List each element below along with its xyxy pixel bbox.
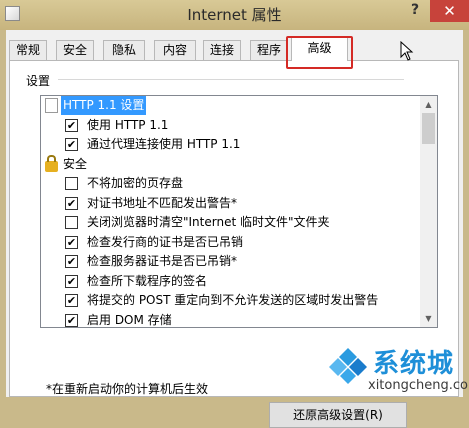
settings-category-header[interactable]: 安全 — [41, 154, 421, 175]
option-label: 不将加密的页存盘 — [87, 176, 184, 190]
option-label: 启用 DOM 存储 — [87, 312, 172, 327]
checkbox-checked[interactable]: ✔ — [65, 118, 78, 132]
checkbox-unchecked[interactable] — [65, 216, 78, 229]
advanced-tab-highlight-box — [286, 36, 353, 69]
checkbox-checked[interactable]: ✔ — [65, 235, 78, 249]
site-watermark: 系统城 xitongcheng.com — [320, 338, 469, 397]
settings-option-row[interactable]: 不将加密的页存盘 — [41, 174, 421, 194]
window-title: Internet 属性 — [187, 6, 282, 24]
scroll-thumb[interactable] — [422, 113, 435, 144]
option-label: 关闭浏览器时清空"Internet 临时文件"文件夹 — [87, 215, 330, 229]
option-label: 使用 HTTP 1.1 — [87, 117, 169, 132]
category-label: 安全 — [63, 156, 88, 171]
option-label: 通过代理连接使用 HTTP 1.1 — [87, 137, 241, 151]
settings-list-items: HTTP 1.1 设置 ✔ 使用 HTTP 1.1 ✔ 通过代理连接使用 HTTP 1.… — [41, 96, 421, 328]
watermark-name: 系统城 — [373, 349, 455, 379]
scroll-down-arrow-icon[interactable]: ▼ — [420, 310, 437, 327]
option-label: 检查发行商的证书是否已吊销 — [87, 234, 244, 249]
category-label: HTTP 1.1 设置 — [61, 96, 147, 115]
internet-properties-dialog: Internet 属性 ? ✕ 常规 安全 隐私 内容 连接 程序 高级 设置 … — [0, 0, 469, 428]
document-icon — [45, 98, 58, 113]
checkbox-checked[interactable]: ✔ — [65, 313, 78, 327]
tab-general[interactable]: 常规 — [9, 40, 47, 60]
settings-option-row[interactable]: ✔ 对证书地址不匹配发出警告* — [41, 194, 421, 214]
group-divider — [58, 79, 404, 80]
settings-option-row[interactable]: ✔ 启用 DOM 存储 — [41, 311, 421, 328]
settings-option-row[interactable]: ✔ 使用 HTTP 1.1 — [41, 116, 421, 136]
title-bar[interactable]: Internet 属性 ? ✕ — [0, 0, 469, 30]
checkbox-unchecked[interactable] — [65, 177, 78, 190]
settings-list[interactable]: HTTP 1.1 设置 ✔ 使用 HTTP 1.1 ✔ 通过代理连接使用 HTTP 1.… — [40, 95, 438, 328]
watermark-logo-icon — [328, 344, 368, 384]
help-button[interactable]: ? — [404, 2, 426, 22]
tab-privacy[interactable]: 隐私 — [103, 40, 145, 60]
settings-group-label: 设置 — [26, 74, 51, 88]
close-button[interactable]: ✕ — [430, 0, 469, 22]
option-label: 将提交的 POST 重定向到不允许发送的区域时发出警告 — [87, 293, 379, 307]
watermark-url: xitongcheng.com — [368, 378, 469, 393]
lock-icon — [45, 154, 58, 172]
restart-note: *在重新启动你的计算机后生效 — [46, 382, 209, 396]
settings-list-scrollbar[interactable]: ▲ ▼ — [420, 96, 437, 327]
settings-option-row[interactable]: ✔ 检查服务器证书是否已吊销* — [41, 252, 421, 272]
tab-connections[interactable]: 连接 — [203, 40, 241, 60]
checkbox-checked[interactable]: ✔ — [65, 138, 78, 151]
checkbox-checked[interactable]: ✔ — [65, 196, 78, 210]
option-label: 检查服务器证书是否已吊销* — [87, 254, 238, 268]
option-label: 检查所下载程序的签名 — [87, 273, 208, 288]
settings-option-row[interactable]: ✔ 检查所下载程序的签名 — [41, 272, 421, 292]
tab-content[interactable]: 内容 — [154, 40, 196, 60]
settings-category-header[interactable]: HTTP 1.1 设置 — [41, 96, 421, 116]
settings-option-row[interactable]: ✔ 检查发行商的证书是否已吊销 — [41, 233, 421, 253]
scroll-up-arrow-icon[interactable]: ▲ — [420, 96, 437, 113]
tab-programs[interactable]: 程序 — [250, 40, 288, 60]
settings-option-row[interactable]: 关闭浏览器时清空"Internet 临时文件"文件夹 — [41, 213, 421, 233]
checkbox-checked[interactable]: ✔ — [65, 294, 78, 307]
restore-advanced-settings-button[interactable]: 还原高级设置(R) — [269, 402, 407, 428]
checkbox-checked[interactable]: ✔ — [65, 255, 78, 268]
option-label: 对证书地址不匹配发出警告* — [87, 195, 238, 210]
tab-security[interactable]: 安全 — [56, 40, 94, 60]
settings-option-row[interactable]: ✔ 将提交的 POST 重定向到不允许发送的区域时发出警告 — [41, 291, 421, 311]
settings-option-row[interactable]: ✔ 通过代理连接使用 HTTP 1.1 — [41, 135, 421, 155]
checkbox-checked[interactable]: ✔ — [65, 274, 78, 288]
